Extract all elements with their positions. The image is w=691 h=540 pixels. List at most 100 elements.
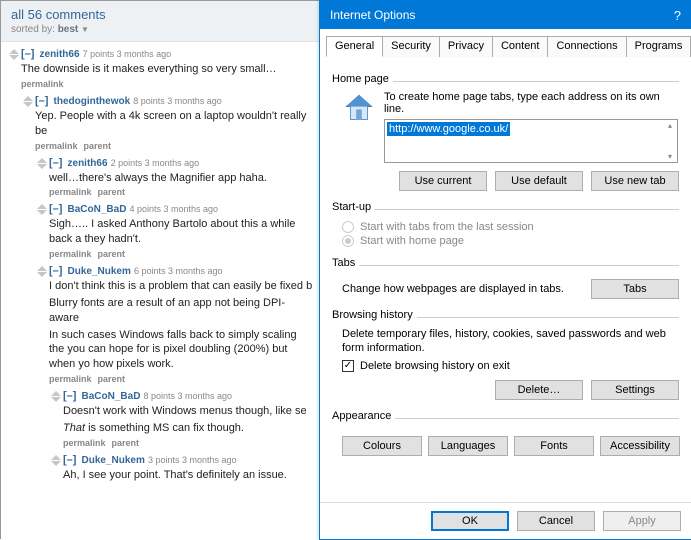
upvote-icon[interactable] [23,96,33,101]
comment-author[interactable]: BaCoN_BaD [82,391,141,402]
comment-text: Ah, I see your point. That's definitely … [63,468,313,483]
comment-body: [–] Duke_Nukem 3 points 3 months agoAh, … [63,454,313,485]
scroll-up-icon[interactable]: ▴ [664,121,676,130]
appearance-legend: Appearance [332,410,395,422]
comment-body: [–] Duke_Nukem 6 points 3 months ago I do… [49,265,313,384]
ok-button[interactable]: OK [431,511,509,531]
upvote-icon[interactable] [37,158,47,163]
comment-links: permalink parent [35,141,313,151]
homepage-url-textarea[interactable]: http://www.google.co.uk/ ▴ ▾ [384,119,678,163]
comment: [–] thedoginthewok 8 points 3 months ago… [23,95,317,151]
sort-row[interactable]: sorted by: best ▼ [11,24,311,35]
upvote-icon[interactable] [37,204,47,209]
settings-button[interactable]: Settings [591,380,679,400]
startup-label-tabs: Start with tabs from the last session [360,221,534,233]
link-permalink[interactable]: permalink [49,187,92,197]
tab-content[interactable]: Content [492,36,549,57]
tab-security[interactable]: Security [382,36,440,57]
collapse-toggle[interactable]: [–] [35,95,48,107]
comment-author[interactable]: Duke_Nukem [82,455,145,466]
collapse-toggle[interactable]: [–] [63,390,76,402]
upvote-icon[interactable] [37,266,47,271]
languages-button[interactable]: Languages [428,436,508,456]
comment-body: [–] BaCoN_BaD 4 points 3 months ago Sigh…… [49,203,313,259]
link-permalink[interactable]: permalink [49,249,92,259]
help-icon[interactable]: ? [674,8,681,23]
fonts-button[interactable]: Fonts [514,436,594,456]
comment: [–] BaCoN_BaD 4 points 3 months ago Sigh…… [37,203,317,259]
comment-text: Yep. People with a 4k screen on a laptop… [35,109,313,139]
downvote-icon[interactable] [23,102,33,107]
upvote-icon[interactable] [51,391,61,396]
link-permalink[interactable]: permalink [63,438,106,448]
delete-on-exit-label: Delete browsing history on exit [360,360,510,372]
use-current-button[interactable]: Use current [399,171,487,191]
comment-meta: 8 points 3 months ago [143,391,232,401]
downvote-icon[interactable] [37,272,47,277]
startup-radio-tabs[interactable] [342,221,354,233]
downvote-icon[interactable] [9,55,19,60]
scroll-down-icon[interactable]: ▾ [664,152,676,161]
link-permalink[interactable]: permalink [49,374,92,384]
textarea-scrollbar[interactable]: ▴ ▾ [664,121,676,161]
comment-author[interactable]: thedoginthewok [54,96,131,107]
cancel-button[interactable]: Cancel [517,511,595,531]
comment-body: [–] BaCoN_BaD 8 points 3 months ago Doesn… [63,390,313,448]
collapse-toggle[interactable]: [–] [63,454,76,466]
comment-links: permalink parent [49,187,313,197]
downvote-icon[interactable] [51,397,61,402]
comment: [–] BaCoN_BaD 8 points 3 months ago Doesn… [51,390,317,448]
link-parent[interactable]: parent [112,438,140,448]
link-parent[interactable]: parent [98,374,126,384]
link-permalink[interactable]: permalink [21,79,64,89]
downvote-icon[interactable] [51,461,61,466]
comment-meta: 6 points 3 months ago [134,266,223,276]
comment-text: Doesn't work with Windows menus though, … [63,404,313,419]
tab-privacy[interactable]: Privacy [439,36,493,57]
history-description: Delete temporary files, history, cookies… [342,327,679,356]
link-parent[interactable]: parent [84,141,112,151]
colours-button[interactable]: Colours [342,436,422,456]
accessibility-button[interactable]: Accessibility [600,436,680,456]
use-default-button[interactable]: Use default [495,171,583,191]
downvote-icon[interactable] [37,210,47,215]
use-new-tab-button[interactable]: Use new tab [591,171,679,191]
link-parent[interactable]: parent [98,249,126,259]
comment-author[interactable]: BaCoN_BaD [68,204,127,215]
link-parent[interactable]: parent [98,187,126,197]
comment-body: [–] zenith66 7 points 3 months agoThe do… [21,48,313,89]
tab-connections[interactable]: Connections [547,36,626,57]
comment-links: permalink [21,79,313,89]
link-permalink[interactable]: permalink [35,141,78,151]
tabs-group: Tabs Change how webpages are displayed i… [332,257,679,299]
comment-meta: 4 points 3 months ago [129,204,218,214]
downvote-icon[interactable] [37,164,47,169]
tab-general[interactable]: General [326,36,383,57]
comment: [–] Duke_Nukem 6 points 3 months ago I do… [37,265,317,384]
tabs-button[interactable]: Tabs [591,279,679,299]
comment-author[interactable]: zenith66 [68,158,108,169]
comment-body: [–] thedoginthewok 8 points 3 months ago… [35,95,313,151]
homepage-url-selected: http://www.google.co.uk/ [387,122,510,136]
collapse-toggle[interactable]: [–] [49,203,62,215]
titlebar[interactable]: Internet Options ? [320,1,691,29]
comment-text: I don't think this is a problem that can… [49,279,313,294]
upvote-icon[interactable] [51,455,61,460]
comment-author[interactable]: Duke_Nukem [68,266,131,277]
upvote-icon[interactable] [9,49,19,54]
collapse-toggle[interactable]: [–] [49,157,62,169]
comment-author[interactable]: zenith66 [40,49,80,60]
collapse-toggle[interactable]: [–] [21,48,34,60]
comment-text: The downside is it makes everything so v… [21,62,313,77]
startup-legend: Start-up [332,201,375,213]
comment-text: Blurry fonts are a result of an app not … [49,296,313,326]
delete-button[interactable]: Delete… [495,380,583,400]
startup-radio-home[interactable] [342,235,354,247]
delete-on-exit-checkbox[interactable]: ✓ [342,360,354,372]
comment: [–] zenith66 2 points 3 months agowell…t… [37,157,317,198]
tab-programs[interactable]: Programs [626,36,691,57]
comment-body: [–] zenith66 2 points 3 months agowell…t… [49,157,313,198]
dialog-footer: OK Cancel Apply [320,502,691,539]
comment-text: Sigh….. I asked Anthony Bartolo about th… [49,217,313,247]
collapse-toggle[interactable]: [–] [49,265,62,277]
